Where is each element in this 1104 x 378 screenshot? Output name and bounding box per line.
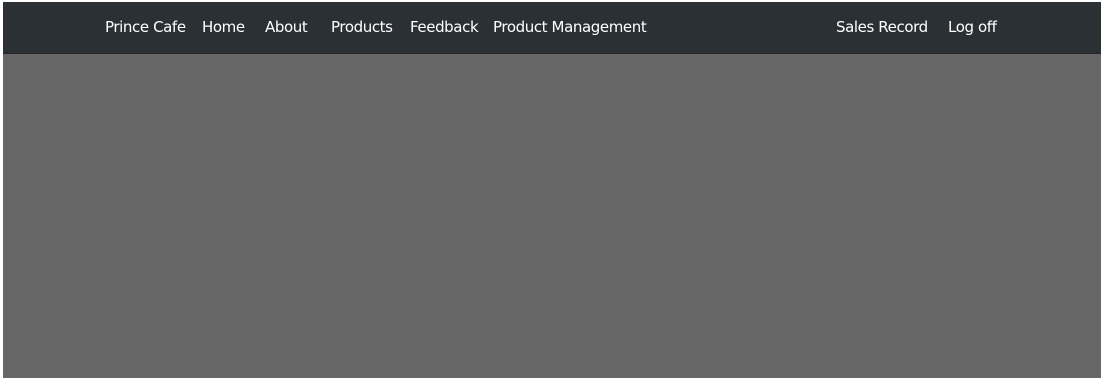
- nav-item-feedback[interactable]: Feedback: [410, 2, 479, 53]
- app-window: Prince Cafe Home About Products Feedback…: [0, 0, 1104, 378]
- nav-item-products[interactable]: Products: [331, 2, 393, 53]
- nav-item-log-off[interactable]: Log off: [948, 2, 997, 53]
- top-navbar: Prince Cafe Home About Products Feedback…: [3, 2, 1101, 54]
- brand-link[interactable]: Prince Cafe: [105, 2, 186, 53]
- nav-item-about[interactable]: About: [265, 2, 308, 53]
- nav-item-product-management[interactable]: Product Management: [493, 2, 647, 53]
- main-content-area: [3, 54, 1101, 378]
- nav-item-sales-record[interactable]: Sales Record: [836, 2, 928, 53]
- nav-item-home[interactable]: Home: [202, 2, 245, 53]
